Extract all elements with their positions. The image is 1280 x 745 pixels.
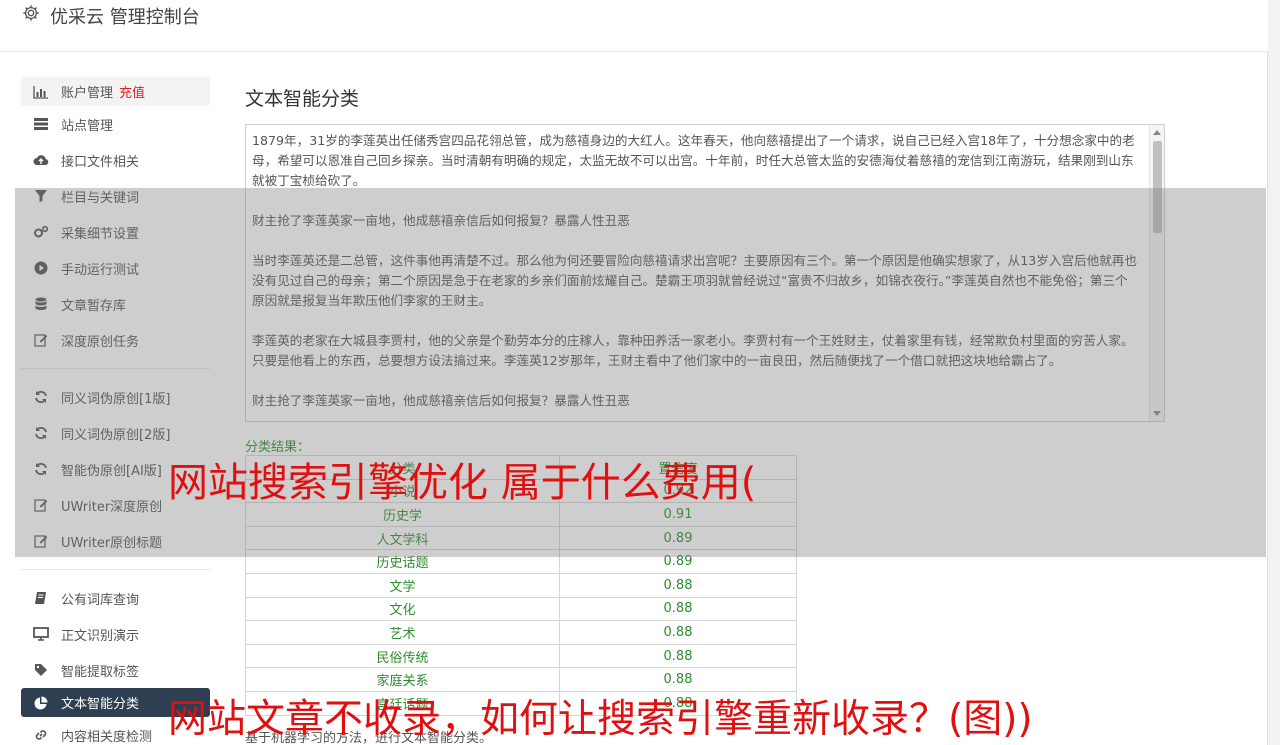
sidebar-item-label: 站点管理 bbox=[61, 118, 114, 134]
sidebar-item-label: 账户管理 bbox=[61, 86, 114, 101]
link-icon bbox=[33, 727, 49, 743]
gears-icon bbox=[33, 224, 49, 240]
sidebar-item-label: 手动运行测试 bbox=[61, 262, 140, 278]
category-cell: 民俗传统 bbox=[245, 643, 560, 669]
sidebar-item-label: 智能伪原创[AI版] bbox=[61, 463, 162, 479]
sidebar-item-label: 内容相关度检测 bbox=[61, 729, 153, 745]
table-row: 人文学科 0.89 bbox=[245, 525, 798, 551]
sidebar-item-synonym-v1[interactable]: 同义词伪原创[1版] bbox=[21, 379, 210, 415]
refresh-icon bbox=[33, 461, 49, 477]
gear-icon bbox=[23, 5, 39, 21]
sidebar-item-label: 公有词库查询 bbox=[61, 592, 140, 608]
database-icon bbox=[33, 296, 49, 312]
play-icon bbox=[33, 260, 49, 276]
confidence-cell: 0.88 bbox=[558, 620, 798, 645]
table-row: 历史话题 0.89 bbox=[245, 549, 798, 574]
refresh-icon bbox=[33, 389, 49, 405]
sidebar-item-label: UWriter原创标题 bbox=[61, 535, 163, 551]
category-cell: 文化 bbox=[245, 596, 560, 622]
pie-chart-icon bbox=[33, 695, 49, 711]
confidence-cell: 0.88 bbox=[558, 572, 798, 598]
book-icon bbox=[33, 590, 49, 606]
sidebar-item-synonym-v2[interactable]: 同义词伪原创[2版] bbox=[21, 415, 210, 451]
confidence-cell: 0.88 bbox=[558, 596, 798, 622]
category-cell: 文学 bbox=[245, 572, 560, 598]
confidence-cell: 0.89 bbox=[558, 525, 798, 551]
refresh-icon bbox=[33, 425, 49, 441]
sidebar-item-label: UWriter深度原创 bbox=[61, 499, 163, 515]
sidebar-item-uwriter-title[interactable]: UWriter原创标题 bbox=[21, 523, 210, 559]
sidebar-item-label: 正文识别演示 bbox=[61, 628, 140, 644]
table-row: 艺术 0.88 bbox=[245, 620, 798, 645]
overlay-headline-2: 网站文章不收录，如何让搜索引擎重新收录？(图)) bbox=[168, 697, 1033, 742]
sidebar-item-tag-extract[interactable]: 智能提取标签 bbox=[21, 652, 210, 688]
sidebar-divider bbox=[21, 569, 210, 570]
top-bar: 优采云 管理控制台 bbox=[0, 0, 1268, 52]
filter-icon bbox=[33, 188, 49, 204]
table-row: 文学 0.88 bbox=[245, 572, 798, 598]
sidebar-item-label: 文章暂存库 bbox=[61, 298, 127, 314]
sidebar-item-article-store[interactable]: 文章暂存库 bbox=[21, 286, 210, 322]
sidebar-divider bbox=[21, 368, 210, 369]
sidebar-item-columns-keywords[interactable]: 栏目与关键词 bbox=[21, 178, 210, 214]
scroll-up-icon[interactable] bbox=[1153, 130, 1161, 135]
table-row: 文化 0.88 bbox=[245, 596, 798, 622]
edit-icon bbox=[33, 497, 49, 513]
scroll-thumb[interactable] bbox=[1153, 141, 1162, 233]
sidebar-item-interface-files[interactable]: 接口文件相关 bbox=[21, 142, 210, 178]
confidence-cell: 0.89 bbox=[558, 549, 798, 574]
sidebar-item-public-lexicon[interactable]: 公有词库查询 bbox=[21, 580, 210, 616]
sidebar-item-label: 深度原创任务 bbox=[61, 334, 140, 350]
category-cell: 艺术 bbox=[245, 620, 560, 645]
page-title: 文本智能分类 bbox=[245, 88, 360, 110]
tag-icon bbox=[33, 662, 49, 678]
sidebar-item-label: 接口文件相关 bbox=[61, 154, 140, 170]
confidence-cell: 0.88 bbox=[558, 643, 798, 669]
sidebar-item-label: 栏目与关键词 bbox=[61, 190, 140, 206]
sidebar-item-deep-original[interactable]: 深度原创任务 bbox=[21, 322, 210, 358]
scroll-down-icon[interactable] bbox=[1153, 411, 1161, 416]
console-frame: 优采云 管理控制台 账户管理 充值 站点管理 接口文件相关 栏目与关键词 采集细… bbox=[0, 0, 1268, 745]
console-title: 优采云 管理控制台 bbox=[50, 7, 200, 28]
sidebar-item-label: 同义词伪原创[2版] bbox=[61, 427, 171, 443]
category-cell: 历史话题 bbox=[245, 549, 560, 574]
recharge-link[interactable]: 充值 bbox=[119, 82, 145, 101]
sidebar-item-collect-settings[interactable]: 采集细节设置 bbox=[21, 214, 210, 250]
table-row: 民俗传统 0.88 bbox=[245, 643, 798, 669]
sidebar-item-body-recognition[interactable]: 正文识别演示 bbox=[21, 616, 210, 652]
cloud-upload-icon bbox=[33, 152, 49, 168]
sidebar-item-account[interactable]: 账户管理 充值 bbox=[21, 77, 210, 106]
monitor-icon bbox=[33, 626, 49, 642]
edit-icon bbox=[33, 533, 49, 549]
classify-text-input[interactable]: 1879年，31岁的李莲英出任储秀宫四品花翎总管，成为慈禧身边的大红人。这年春天… bbox=[245, 124, 1165, 422]
bar-chart-icon bbox=[33, 84, 49, 100]
sidebar-item-manual-run[interactable]: 手动运行测试 bbox=[21, 250, 210, 286]
text-content: 1879年，31岁的李莲英出任储秀宫四品花翎总管，成为慈禧身边的大红人。这年春天… bbox=[252, 133, 1137, 408]
edit-icon bbox=[33, 332, 49, 348]
category-cell: 人文学科 bbox=[245, 525, 560, 551]
sidebar-item-label: 智能提取标签 bbox=[61, 664, 140, 680]
sidebar-item-label: 文本智能分类 bbox=[61, 697, 140, 712]
sidebar-item-label: 同义词伪原创[1版] bbox=[61, 391, 171, 407]
sidebar-item-sites[interactable]: 站点管理 bbox=[21, 106, 210, 142]
sidebar-item-label: 采集细节设置 bbox=[61, 226, 140, 242]
overlay-headline-1: 网站搜索引擎优化 属于什么费用( bbox=[168, 460, 757, 506]
textbox-scrollbar[interactable] bbox=[1149, 125, 1164, 421]
server-icon bbox=[33, 116, 49, 132]
sidebar: 账户管理 充值 站点管理 接口文件相关 栏目与关键词 采集细节设置 手动运行测试… bbox=[21, 77, 210, 745]
